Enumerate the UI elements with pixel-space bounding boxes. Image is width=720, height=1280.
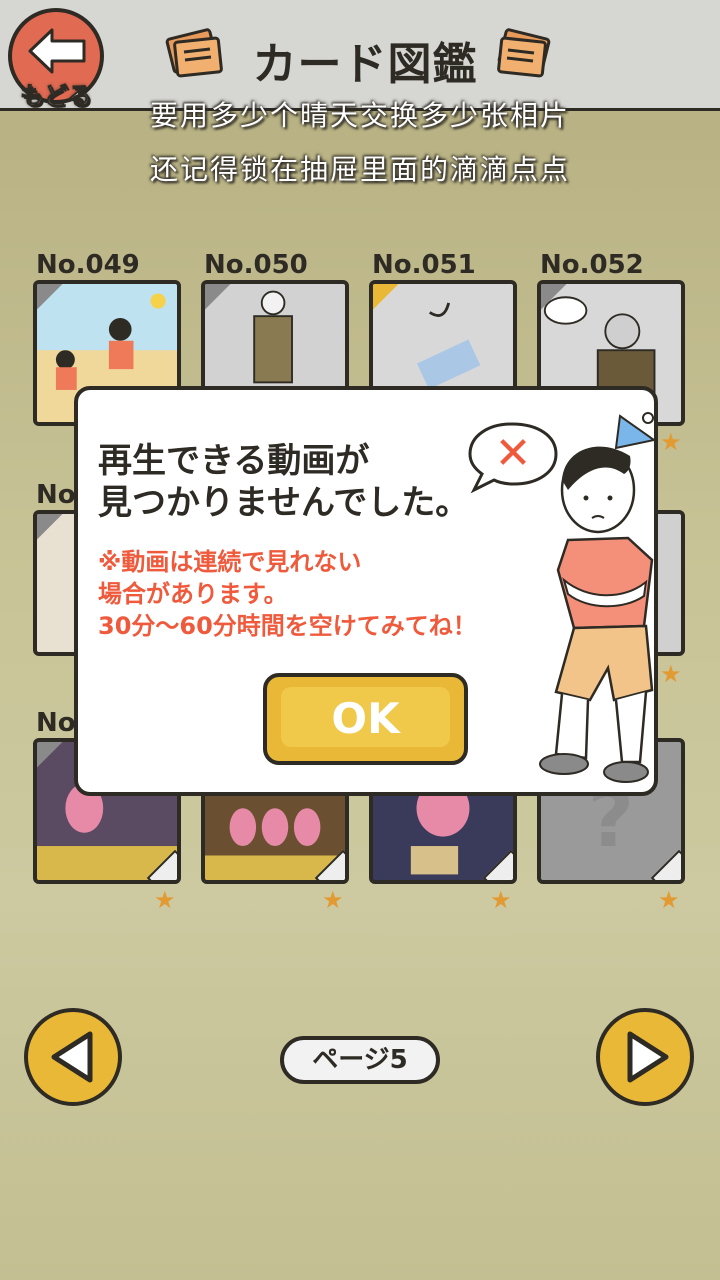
triangle-right-icon [627,1031,669,1083]
page-indicator: ページ5 [280,1036,440,1084]
ok-button[interactable]: OK [263,673,468,765]
card-star-052: ★ [660,428,682,456]
boy-character-illustration [539,412,657,783]
back-arrow-icon [28,28,86,74]
dialog-message-line2: 見つかりませんでした。 [98,483,470,523]
error-x-icon: ✕ [495,428,532,479]
prev-page-button[interactable] [24,1008,122,1106]
dialog-note-line3: 30分～60分時間を空けてみてね！ [98,612,477,640]
card-star-row3-2: ★ [322,886,344,914]
card-deck-icon-right [497,28,551,78]
card-number-050: No.050 [204,250,308,280]
overlay-text-line1: 要用多少个晴天交换多少张相片 [149,99,570,132]
triangle-left-icon [51,1031,93,1083]
overlay-text-line2: 还记得锁在抽屉里面的滴滴点点 [149,153,570,186]
dialog-note-line2: 場合があります。 [98,580,288,608]
page-title: カード図鑑 [252,39,478,90]
next-page-button[interactable] [596,1008,694,1106]
card-star-row2: ★ [660,660,682,688]
card-deck-icon-left [165,28,223,78]
dialog-message: 再生できる動画が 見つかりませんでした。 [98,440,469,524]
card-star-row3-4: ★ [658,886,680,914]
card-number-row2: No [36,480,76,510]
card-number-051: No.051 [372,250,476,280]
card-number-052: No.052 [540,250,644,280]
dialog-note: ※動画は連続で見れない 場合があります。 30分～60分時間を空けてみてね！ [98,546,477,642]
card-star-row3-1: ★ [154,886,176,914]
dialog-note-line1: ※動画は連続で見れない [98,548,362,576]
dialog-message-line1: 再生できる動画が [98,441,370,481]
card-number-row3: No [36,708,76,738]
card-star-row3-3: ★ [490,886,512,914]
card-number-049: No.049 [36,250,140,280]
ok-button-label[interactable]: OK [281,687,450,747]
